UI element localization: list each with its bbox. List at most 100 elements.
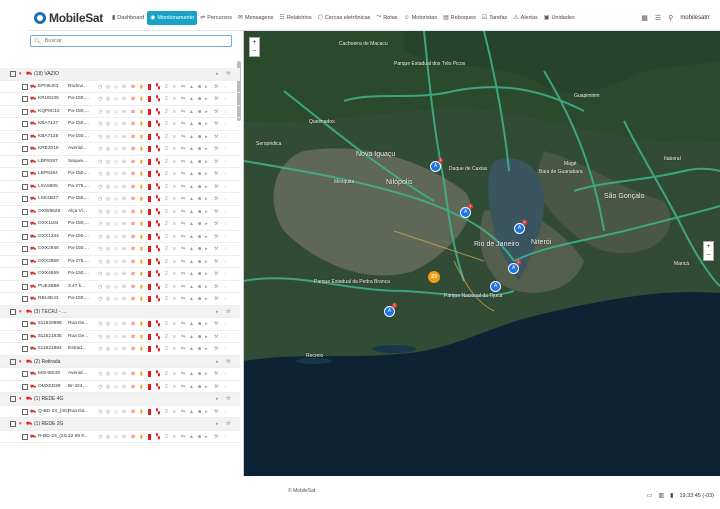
vehicle-plate[interactable]: LBP8184 <box>38 171 58 176</box>
wrench-icon[interactable]: ⚒ <box>214 246 218 252</box>
vehicle-plate[interactable]: OMX5D39 <box>38 384 60 389</box>
vehicle-row[interactable]: ⛟ OXW9628 Alça Vi... ◷ ◎ ◇ ⊖ ⊘ ▮ ▚ 2 ≡ ⇆ ▲ ☻ ▸ ⚒ ◌ <box>0 206 240 218</box>
arrow-icon[interactable]: ▸ <box>205 271 208 277</box>
wrench-icon[interactable]: ⚒ <box>214 334 218 340</box>
vehicle-checkbox[interactable] <box>22 183 28 190</box>
options-icon[interactable]: ◌ <box>224 196 227 202</box>
wrench-icon[interactable]: ⚒ <box>214 321 218 327</box>
vehicle-row[interactable]: ⛟ EPH6J03 Rodovi... ◷ ◎ ◇ ⊖ ⊘ ▮ ▚ 2 ≡ ⇆ ▲ ☻ ▸ ⚒ ◌ <box>0 81 240 93</box>
vehicle-row[interactable]: ⛟ KBA7128 Pa-150,... ◷ ◎ ◇ ⊖ ⊘ ▮ ▚ 2 ≡ ⇆ ▲ ☻ ▸ ⚒ ◌ <box>0 131 240 143</box>
group-menu-icon[interactable]: ▸ <box>216 309 219 315</box>
options-icon[interactable]: ◌ <box>224 321 227 327</box>
vehicle-checkbox[interactable] <box>22 333 28 340</box>
vehicle-plate[interactable]: 511620998 <box>38 321 62 326</box>
options-icon[interactable]: ◌ <box>224 84 227 90</box>
vehicle-plate[interactable]: RBL6E43 <box>38 296 59 301</box>
arrow-icon[interactable]: ▸ <box>205 109 208 115</box>
user-icon[interactable]: ⚲ <box>668 14 673 22</box>
group-row[interactable]: ▾ ⛟ (1) REDE 2G ▸ ⚒ <box>0 418 240 431</box>
vehicle-plate[interactable]: EPH6J03 <box>38 84 58 89</box>
vehicle-row[interactable]: ⛟ Q-BD-23_(4G) Rua Da... ◷ ◎ ◇ ⊖ ⊘ ▮ ▚ 2 ≡ ⇆ ▲ ☻ ▸ ⚒ ◌ <box>0 406 240 418</box>
nav-item-reboques[interactable]: ▤ Reboques <box>440 11 479 25</box>
options-icon[interactable]: ◌ <box>224 109 227 115</box>
options-icon[interactable]: ◌ <box>224 259 227 265</box>
wrench-icon[interactable]: ⚒ <box>214 159 218 165</box>
wrench-icon[interactable]: ⚒ <box>214 346 218 352</box>
vehicle-row[interactable]: ⛟ OXX2948 Pa-150,... ◷ ◎ ◇ ⊖ ⊘ ▮ ▚ 2 ≡ ⇆ ▲ ☻ ▸ ⚒ ◌ <box>0 243 240 256</box>
wrench-icon[interactable]: ⚒ <box>214 221 218 227</box>
vehicle-plate[interactable]: OXX2948 <box>38 246 59 251</box>
vehicle-row[interactable]: ⛟ 511620998 Rua De... ◷ ◎ ◇ ⊖ ⊘ ▮ ▚ 2 ≡ ⇆ ▲ ☻ ▸ ⚒ ◌ <box>0 318 240 331</box>
nav-item-unidades[interactable]: ▣ Unidades <box>541 11 578 25</box>
options-icon[interactable]: ◌ <box>224 346 227 352</box>
options-icon[interactable]: ◌ <box>224 296 227 302</box>
arrow-icon[interactable]: ▸ <box>205 334 208 340</box>
options-icon[interactable]: ◌ <box>224 221 227 227</box>
arrow-icon[interactable]: ▸ <box>205 134 208 140</box>
vehicle-checkbox[interactable] <box>22 208 28 215</box>
arrow-icon[interactable]: ▸ <box>205 84 208 90</box>
vehicle-checkbox[interactable] <box>22 121 28 127</box>
options-icon[interactable]: ◌ <box>224 234 227 240</box>
nav-item-motoristas[interactable]: ☺ Motoristas <box>401 11 441 25</box>
nav-item-tarefas[interactable]: ☑ Tarefas <box>479 11 510 25</box>
vehicle-row[interactable]: ⛟ OXX1184 Pa-150,... ◷ ◎ ◇ ⊖ ⊘ ▮ ▚ 2 ≡ ⇆ ▲ ☻ ▸ ⚒ ◌ <box>0 218 240 231</box>
arrow-icon[interactable]: ▸ <box>205 371 208 377</box>
options-icon[interactable]: ◌ <box>224 334 227 340</box>
group-row[interactable]: ▾ ⛟ (2) Retirada ▸ ⚒ <box>0 355 240 368</box>
zoom-in-button[interactable]: + <box>250 38 259 47</box>
expand-icon[interactable]: ▾ <box>19 359 22 365</box>
vehicle-row[interactable]: ⛟ LBP8187 Sequei... ◷ ◎ ◇ ⊖ ⊘ ▮ ▚ 2 ≡ ⇆ ▲ ☻ ▸ ⚒ ◌ <box>0 156 240 168</box>
wrench-icon[interactable]: ⚒ <box>226 359 230 365</box>
nav-item-alertas[interactable]: ⚠ Alertas <box>510 11 541 25</box>
options-icon[interactable]: ◌ <box>224 271 227 277</box>
vehicle-plate[interactable]: OXX2968 <box>38 259 59 264</box>
nav-item-monitoramento[interactable]: ◉ Monitoramento <box>147 10 198 25</box>
wrench-icon[interactable]: ⚒ <box>214 134 218 140</box>
vehicle-row[interactable]: ⛟ MSH0E49 Avenid... ◷ ◎ ◇ ⊖ ⊘ ▮ ▚ 2 ≡ ⇆ ▲ ☻ ▸ ⚒ ◌ <box>0 368 240 381</box>
arrow-icon[interactable]: ▸ <box>205 171 208 177</box>
nav-item-mensagens[interactable]: ✉ Mensagens <box>235 11 276 25</box>
group-checkbox[interactable] <box>10 358 16 365</box>
vehicle-plate[interactable]: Q-BD-23_(4G) <box>38 409 69 414</box>
wrench-icon[interactable]: ⚒ <box>214 271 218 277</box>
grid-icon[interactable]: ▦ <box>641 14 648 22</box>
arrow-icon[interactable]: ▸ <box>205 234 208 240</box>
arrow-icon[interactable]: ▸ <box>205 409 208 415</box>
vehicle-checkbox[interactable] <box>22 83 28 90</box>
expand-icon[interactable]: ▾ <box>19 71 22 77</box>
group-row[interactable]: ▾ ⛟ (1) REDE 4G ▸ ⚒ <box>0 393 240 406</box>
expand-icon[interactable]: ▾ <box>19 309 22 315</box>
monitor-icon[interactable]: ▭ <box>647 492 653 499</box>
group-checkbox[interactable] <box>10 396 16 402</box>
vehicle-row[interactable]: ⛟ R-BD-23_(2G... 22 69 K... ◷ ◎ ◇ ⊖ ⊘ ▮ ▚ 2 ≡ ⇆ ▲ ☻ ▸ ⚒ ◌ <box>0 431 240 443</box>
nav-item-dashboard[interactable]: ▮ Dashboard <box>109 11 147 25</box>
vehicle-row[interactable]: ⛟ 511621884 Estrad... ◷ ◎ ◇ ⊖ ⊘ ▮ ▚ 2 ≡ ⇆ ▲ ☻ ▸ ⚒ ◌ <box>0 343 240 356</box>
wrench-icon[interactable]: ⚒ <box>214 296 218 302</box>
vehicle-checkbox[interactable] <box>22 433 28 440</box>
wrench-icon[interactable]: ⚒ <box>214 96 218 102</box>
arrow-icon[interactable]: ▸ <box>205 346 208 352</box>
arrow-icon[interactable]: ▸ <box>205 384 208 390</box>
vehicle-checkbox[interactable] <box>22 246 28 252</box>
vehicle-checkbox[interactable] <box>22 296 28 302</box>
group-row[interactable]: ▾ ⛟ (18) VAZIO ▸ ⚒ <box>0 68 240 81</box>
vehicle-checkbox[interactable] <box>22 108 28 115</box>
vehicle-checkbox[interactable] <box>22 271 28 277</box>
vehicle-checkbox[interactable] <box>22 346 28 352</box>
side-zoom-out-button[interactable]: − <box>704 251 713 260</box>
group-menu-icon[interactable]: ▸ <box>216 421 219 427</box>
side-zoom-in-button[interactable]: + <box>704 242 713 251</box>
wrench-icon[interactable]: ⚒ <box>214 259 218 265</box>
nav-item-percursos[interactable]: ⇌ Percursos <box>197 11 235 25</box>
options-icon[interactable]: ◌ <box>224 209 227 215</box>
vehicle-row[interactable]: ⛟ LBP8184 Pa-150,... ◷ ◎ ◇ ⊖ ⊘ ▮ ▚ 2 ≡ ⇆ ▲ ☻ ▸ ⚒ ◌ <box>0 168 240 181</box>
vehicle-plate[interactable]: KBA7127 <box>38 121 58 126</box>
vehicle-row[interactable]: ⛟ LSA5505 Pa-275,... ◷ ◎ ◇ ⊖ ⊘ ▮ ▚ 2 ≡ ⇆ ▲ ☻ ▸ ⚒ ◌ <box>0 181 240 193</box>
vehicle-checkbox[interactable] <box>22 371 28 377</box>
wrench-icon[interactable]: ⚒ <box>226 309 230 315</box>
group-checkbox[interactable] <box>10 71 16 77</box>
wrench-icon[interactable]: ⚒ <box>214 284 218 290</box>
vehicle-row[interactable]: ⛟ LSE4B27 Pa-150,... ◷ ◎ ◇ ⊖ ⊘ ▮ ▚ 2 ≡ ⇆ ▲ ☻ ▸ ⚒ ◌ <box>0 193 240 206</box>
arrow-icon[interactable]: ▸ <box>205 184 208 190</box>
